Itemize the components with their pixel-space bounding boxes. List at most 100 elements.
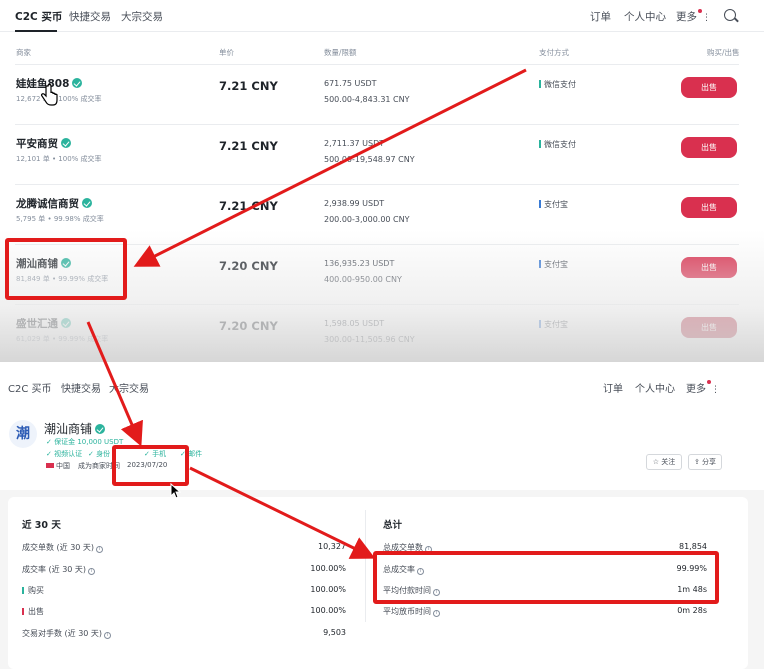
personal-center-link[interactable]: 个人中心 <box>635 380 675 395</box>
stat-label: 成交单数 (近 30 天) i <box>22 542 104 553</box>
merchant-stats: 5,795 单 • 99.98% 成交率 <box>16 215 104 223</box>
tab-c2c-buy[interactable]: C2C 买币 <box>15 9 62 24</box>
more-label: 更多 <box>676 11 697 23</box>
price: 7.20 CNY <box>219 319 278 333</box>
header-payment: 支付方式 <box>539 48 569 57</box>
available-amount: 2,711.37 USDT <box>324 139 385 148</box>
merchant-name[interactable]: 龙腾诚信商贸 <box>16 196 92 211</box>
alipay-marker <box>539 200 541 208</box>
header-action: 购买/出售 <box>707 48 740 57</box>
sell-button[interactable]: 出售 <box>681 257 737 278</box>
alipay-marker <box>539 320 541 328</box>
orders-link[interactable]: 订单 <box>603 380 623 395</box>
share-button[interactable]: ⇪ 分享 <box>688 454 722 470</box>
sell-button[interactable]: 出售 <box>681 137 737 158</box>
merchant-name[interactable]: 潮汕商铺 <box>16 256 71 271</box>
stat-value: 100.00% <box>310 585 346 594</box>
deposit-info: ✓ 保证金 10,000 USDT <box>46 438 124 446</box>
country: 中国 <box>46 461 70 471</box>
tab-c2c-buy[interactable]: C2C 买币 <box>8 380 52 395</box>
video-verified: ✓ 视频认证 <box>46 450 83 458</box>
stat-label: 出售 <box>22 606 44 617</box>
payment-method: 微信支付 <box>539 139 576 150</box>
stat-value: 81,854 <box>679 542 707 551</box>
info-icon[interactable]: i <box>425 546 432 553</box>
merchant-since-date: 2023/07/20 <box>127 461 168 469</box>
price: 7.21 CNY <box>219 199 278 213</box>
merchant-name[interactable]: 娃娃鱼808 <box>16 76 83 91</box>
search-icon[interactable] <box>724 9 736 21</box>
info-icon[interactable]: i <box>104 632 112 639</box>
personal-center-link[interactable]: 个人中心 <box>624 9 666 24</box>
info-icon[interactable]: i <box>417 568 424 575</box>
merchant-stats: 12,101 单 • 100% 成交率 <box>16 155 102 163</box>
sell-button[interactable]: 出售 <box>681 317 737 338</box>
stat-value: 100.00% <box>310 606 346 615</box>
wechat-pay-marker <box>539 80 541 88</box>
total-title: 总计 <box>383 520 403 531</box>
order-limit: 400.00-950.00 CNY <box>324 275 402 284</box>
verified-icon <box>61 318 71 328</box>
last-30-days-title: 近 30 天 <box>22 520 61 531</box>
available-amount: 671.75 USDT <box>324 79 377 88</box>
payment-method: 支付宝 <box>539 199 568 210</box>
info-icon[interactable]: i <box>433 610 440 617</box>
header-price: 单价 <box>219 48 234 57</box>
more-label: 更多 <box>686 384 706 395</box>
stat-label: 总成交单数 i <box>383 542 432 553</box>
verified-icon <box>82 198 92 208</box>
info-icon[interactable]: i <box>433 589 440 596</box>
tab-quick-trade[interactable]: 快捷交易 <box>61 380 101 395</box>
tab-block-trade[interactable]: 大宗交易 <box>121 9 163 24</box>
price: 7.20 CNY <box>219 259 278 273</box>
more-menu[interactable]: 更多 ⋮ <box>686 380 720 395</box>
info-icon[interactable]: i <box>96 546 104 553</box>
verified-icon <box>61 138 71 148</box>
order-limit: 500.00-19,548.97 CNY <box>324 155 415 164</box>
info-icon[interactable]: i <box>88 568 96 575</box>
stat-label: 交易对手数 (近 30 天) i <box>22 628 112 639</box>
stat-label: 平均付款时间 i <box>383 585 440 596</box>
merchant-name: 潮汕商铺 <box>44 420 106 437</box>
stat-value: 9,503 <box>323 628 346 637</box>
stat-label: 平均放币时间 i <box>383 606 440 617</box>
buy-marker <box>22 587 24 594</box>
stat-label: 成交率 (近 30 天) i <box>22 564 96 575</box>
more-menu[interactable]: 更多 ⋮ <box>676 9 711 24</box>
merchant-name[interactable]: 盛世汇通 <box>16 316 71 331</box>
available-amount: 1,598.05 USDT <box>324 319 385 328</box>
verified-icon <box>61 258 71 268</box>
phone-verified: ✓ 手机 <box>144 450 167 458</box>
active-tab-underline <box>15 30 57 32</box>
kebab-icon: ⋮ <box>711 385 720 395</box>
table-row: 娃娃鱼808 12,672 单 • 100% 成交率 7.21 CNY 671.… <box>15 64 739 124</box>
verified-icon <box>95 424 106 434</box>
stats-card <box>8 497 748 669</box>
tab-block-trade[interactable]: 大宗交易 <box>109 380 149 395</box>
merchant-name[interactable]: 平安商贸 <box>16 136 71 151</box>
verified-icon <box>72 78 83 88</box>
stat-value: 100.00% <box>310 564 346 573</box>
payment-method: 微信支付 <box>539 79 576 90</box>
orders-link[interactable]: 订单 <box>590 9 611 24</box>
order-limit: 300.00-11,505.96 CNY <box>324 335 415 344</box>
price: 7.21 CNY <box>219 79 278 93</box>
available-amount: 2,938.99 USDT <box>324 199 385 208</box>
sell-button[interactable]: 出售 <box>681 77 737 98</box>
email-verified: ✓ 邮件 <box>180 450 203 458</box>
stat-value: 99.99% <box>676 564 707 573</box>
follow-button[interactable]: ☆ 关注 <box>646 454 682 470</box>
table-row: 平安商贸 12,101 单 • 100% 成交率 7.21 CNY 2,711.… <box>15 124 739 184</box>
avatar: 潮 <box>9 420 37 448</box>
payment-method: 支付宝 <box>539 259 568 270</box>
alipay-marker <box>539 260 541 268</box>
sell-marker <box>22 608 24 615</box>
merchant-stats: 81,849 单 • 99.99% 成交率 <box>16 275 109 283</box>
tab-quick-trade[interactable]: 快捷交易 <box>69 9 111 24</box>
sell-button[interactable]: 出售 <box>681 197 737 218</box>
header-merchant: 商家 <box>16 48 31 57</box>
merchant-since-label: 成为商家时间 <box>78 462 120 470</box>
price: 7.21 CNY <box>219 139 278 153</box>
stat-value: 0m 28s <box>677 606 707 615</box>
stat-label: 总成交率 i <box>383 564 424 575</box>
